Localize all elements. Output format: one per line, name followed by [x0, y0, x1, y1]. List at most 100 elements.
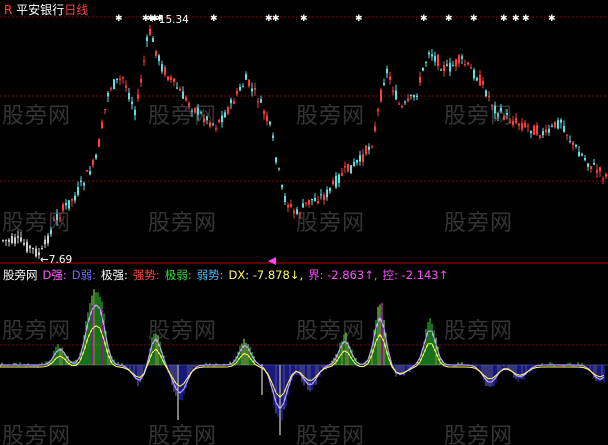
candle-body	[395, 90, 397, 100]
candle-body	[377, 109, 379, 111]
candle-body	[134, 109, 136, 116]
candle-body	[593, 163, 595, 165]
candle-body	[596, 169, 598, 173]
candle-body	[26, 241, 28, 252]
signal-star-icon: ✱	[272, 14, 280, 24]
legend-item-8: 界: -2.863↑,	[308, 268, 378, 282]
candle-body	[224, 112, 226, 118]
candle-body	[476, 77, 478, 81]
signal-star-icon: ✱	[445, 14, 453, 24]
signal-star-icon: ✱	[355, 14, 363, 24]
candle-body	[518, 123, 520, 126]
watermark-text: 股旁网	[444, 319, 514, 344]
candle-body	[458, 55, 460, 64]
candle-body	[125, 85, 127, 88]
candle-body	[308, 199, 310, 205]
candle-body	[146, 37, 148, 42]
candle-body	[548, 128, 550, 133]
candle-body	[5, 239, 7, 241]
candle-body	[167, 76, 169, 81]
candle-body	[482, 80, 484, 85]
candle-body	[89, 170, 91, 175]
candle-body	[239, 86, 241, 91]
candle-body	[416, 95, 418, 97]
candle-body	[554, 121, 556, 128]
candle-body	[557, 120, 559, 129]
time-marker-icon	[268, 257, 276, 265]
legend-item-9: 控: -2.143↑	[382, 268, 449, 282]
candle-body	[581, 154, 583, 156]
candle-body	[278, 168, 280, 170]
candle-body	[398, 103, 400, 105]
candle-body	[536, 125, 538, 135]
candle-body	[434, 55, 436, 62]
candle-body	[170, 77, 172, 80]
candle-body	[335, 175, 337, 188]
candle-body	[425, 62, 427, 64]
candle-body	[359, 155, 361, 162]
candle-body	[257, 101, 259, 103]
candle-body	[521, 123, 523, 130]
candle-body	[389, 76, 391, 80]
candle-body	[305, 202, 307, 204]
signal-star-icon: ✱	[420, 14, 428, 24]
candle-body	[446, 64, 448, 66]
candle-body	[92, 159, 94, 166]
legend-item-4: 强势:	[132, 268, 160, 282]
candle-body	[86, 170, 88, 172]
candle-body	[119, 78, 121, 80]
watermark-text: 股旁网	[2, 211, 72, 236]
candle-body	[161, 64, 163, 72]
candle-body	[404, 101, 406, 103]
candle-body	[368, 146, 370, 150]
candle-body	[101, 121, 103, 129]
high-price-label: ←15.34	[150, 14, 189, 26]
candle-body	[44, 239, 46, 245]
candle-body	[155, 50, 157, 56]
candle-body	[452, 64, 454, 66]
legend-item-1: D强:	[42, 268, 67, 282]
candle-body	[344, 166, 346, 168]
candle-body	[314, 197, 316, 202]
signal-star-icon: ✱	[210, 14, 218, 24]
candle-body	[338, 174, 340, 184]
candle-body	[20, 237, 22, 242]
candle-body	[560, 119, 562, 123]
candle-body	[320, 194, 322, 196]
candle-body	[176, 87, 178, 89]
candle-body	[329, 187, 331, 192]
candle-body	[164, 67, 166, 75]
watermark-text: 股旁网	[148, 424, 218, 445]
candle-body	[263, 110, 265, 115]
candle-body	[584, 158, 586, 161]
candle-body	[488, 95, 490, 97]
candle-body	[578, 151, 580, 157]
candle-body	[464, 64, 466, 66]
candle-body	[569, 140, 571, 142]
stock-name: 平安银行	[16, 3, 65, 17]
chart-title: R 平安银行日线	[4, 1, 88, 18]
candle-body	[233, 101, 235, 104]
candle-body	[236, 90, 238, 95]
legend-item-0: 股旁网	[3, 268, 38, 282]
signal-star-icon: ✱	[500, 14, 508, 24]
candle-body	[413, 94, 415, 98]
candle-body	[158, 55, 160, 62]
legend-item-3: 极强:	[100, 268, 128, 282]
candle-body	[605, 173, 607, 177]
watermark-text: 股旁网	[444, 104, 514, 129]
candle-body	[485, 90, 487, 97]
watermark-text: 股旁网	[296, 424, 366, 445]
candle-body	[599, 167, 601, 172]
signal-star-icon: ✱	[522, 14, 530, 24]
candle-body	[218, 119, 220, 123]
legend-item-6: 弱势:	[196, 268, 224, 282]
candle-body	[254, 87, 256, 90]
candle-body	[8, 239, 10, 242]
candle-body	[122, 77, 124, 79]
watermark-text: 股旁网	[296, 104, 366, 129]
candle-body	[392, 90, 394, 92]
candle-body	[281, 184, 283, 188]
indicator-legend: 股旁网 D强: D弱: 极强: 强势: 极弱: 弱势: DX: -7.878↓, 界: -2.8…	[3, 267, 453, 283]
candle-body	[566, 134, 568, 136]
